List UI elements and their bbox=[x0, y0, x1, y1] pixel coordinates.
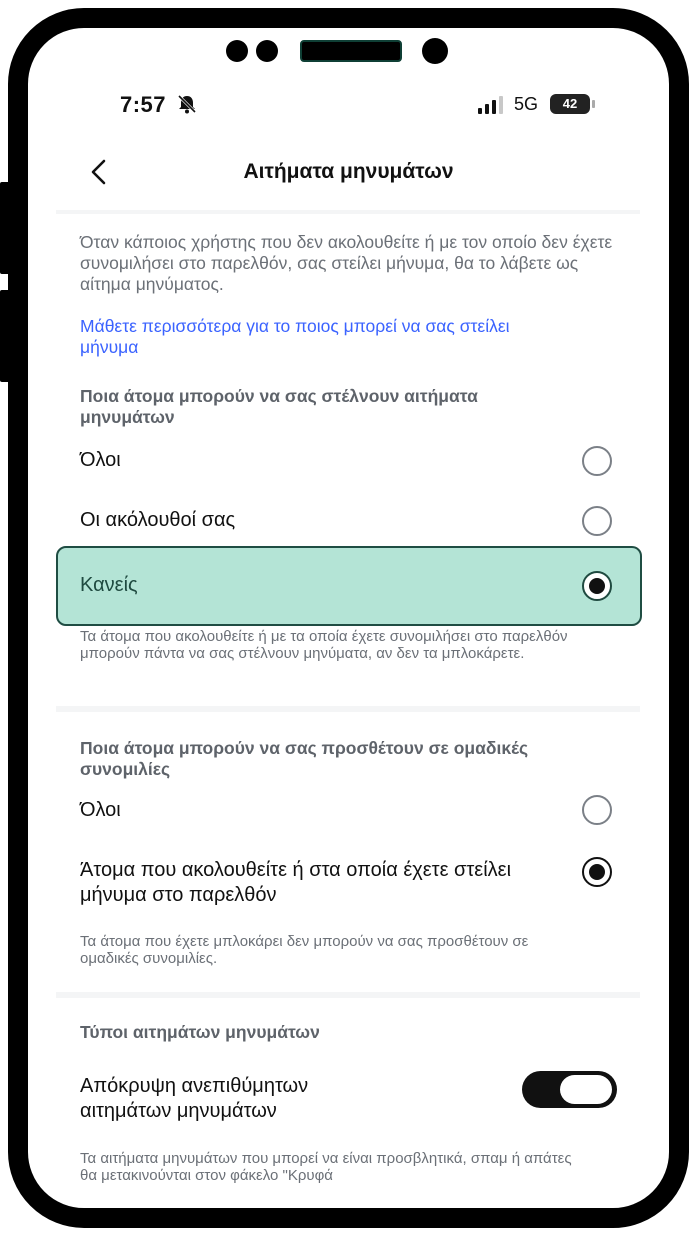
page-title: Αιτήματα μηνυμάτων bbox=[243, 160, 454, 183]
camera-dot bbox=[226, 40, 248, 62]
status-time: 7:57 bbox=[120, 92, 167, 117]
radio-followers[interactable] bbox=[582, 506, 612, 536]
battery-tip bbox=[592, 100, 595, 108]
hide-unwanted-label: Απόκρυψη ανεπιθύμητων αιτημάτων μηνυμάτω… bbox=[80, 1075, 309, 1122]
section-heading-requests: Ποια άτομα μπορούν να σας στέλνουν αιτήμ… bbox=[80, 386, 478, 427]
hide-unwanted-toggle[interactable] bbox=[522, 1071, 617, 1108]
divider bbox=[56, 706, 640, 712]
radio-groups-following[interactable] bbox=[582, 857, 612, 887]
toggle-knob bbox=[560, 1075, 612, 1104]
learn-more-link[interactable]: Μάθετε περισσότερα για το ποιος μπορεί ν… bbox=[80, 316, 560, 358]
option-followers[interactable]: Οι ακόλουθοί σας bbox=[80, 509, 235, 532]
option-everyone[interactable]: Όλοι bbox=[80, 449, 121, 472]
divider bbox=[56, 992, 640, 998]
groups-note: Τα άτομα που έχετε μπλοκάρει δεν μπορούν… bbox=[80, 933, 529, 967]
types-note: Τα αιτήματα μηνυμάτων που μπορεί να είνα… bbox=[80, 1150, 572, 1184]
divider bbox=[56, 210, 640, 214]
radio-everyone[interactable] bbox=[582, 446, 612, 476]
selected-option-highlight[interactable] bbox=[56, 546, 642, 626]
section-heading-types: Τύποι αιτημάτων μηνυμάτων bbox=[80, 1022, 320, 1042]
intro-description: Όταν κάποιος χρήστης που δεν ακολουθείτε… bbox=[80, 232, 613, 294]
camera-dot bbox=[256, 40, 278, 62]
radio-groups-everyone[interactable] bbox=[582, 795, 612, 825]
option-groups-following[interactable]: Άτομα που ακολουθείτε ή στα οποία έχετε … bbox=[80, 858, 550, 908]
option-groups-everyone[interactable]: Όλοι bbox=[80, 799, 121, 822]
requests-note: Τα άτομα που ακολουθείτε ή με τα οποία έ… bbox=[80, 628, 568, 662]
speaker-pill bbox=[300, 40, 402, 62]
battery-icon: 42 bbox=[550, 94, 590, 114]
camera-island bbox=[0, 38, 697, 68]
network-type: 5G bbox=[514, 94, 539, 114]
bell-muted-icon bbox=[177, 94, 197, 114]
signal-bars-icon bbox=[478, 96, 503, 114]
camera-lens bbox=[422, 38, 448, 64]
option-nobody[interactable]: Κανείς bbox=[80, 574, 138, 597]
radio-nobody[interactable] bbox=[582, 571, 612, 601]
section-heading-groups: Ποια άτομα μπορούν να σας προσθέτουν σε … bbox=[80, 738, 529, 779]
